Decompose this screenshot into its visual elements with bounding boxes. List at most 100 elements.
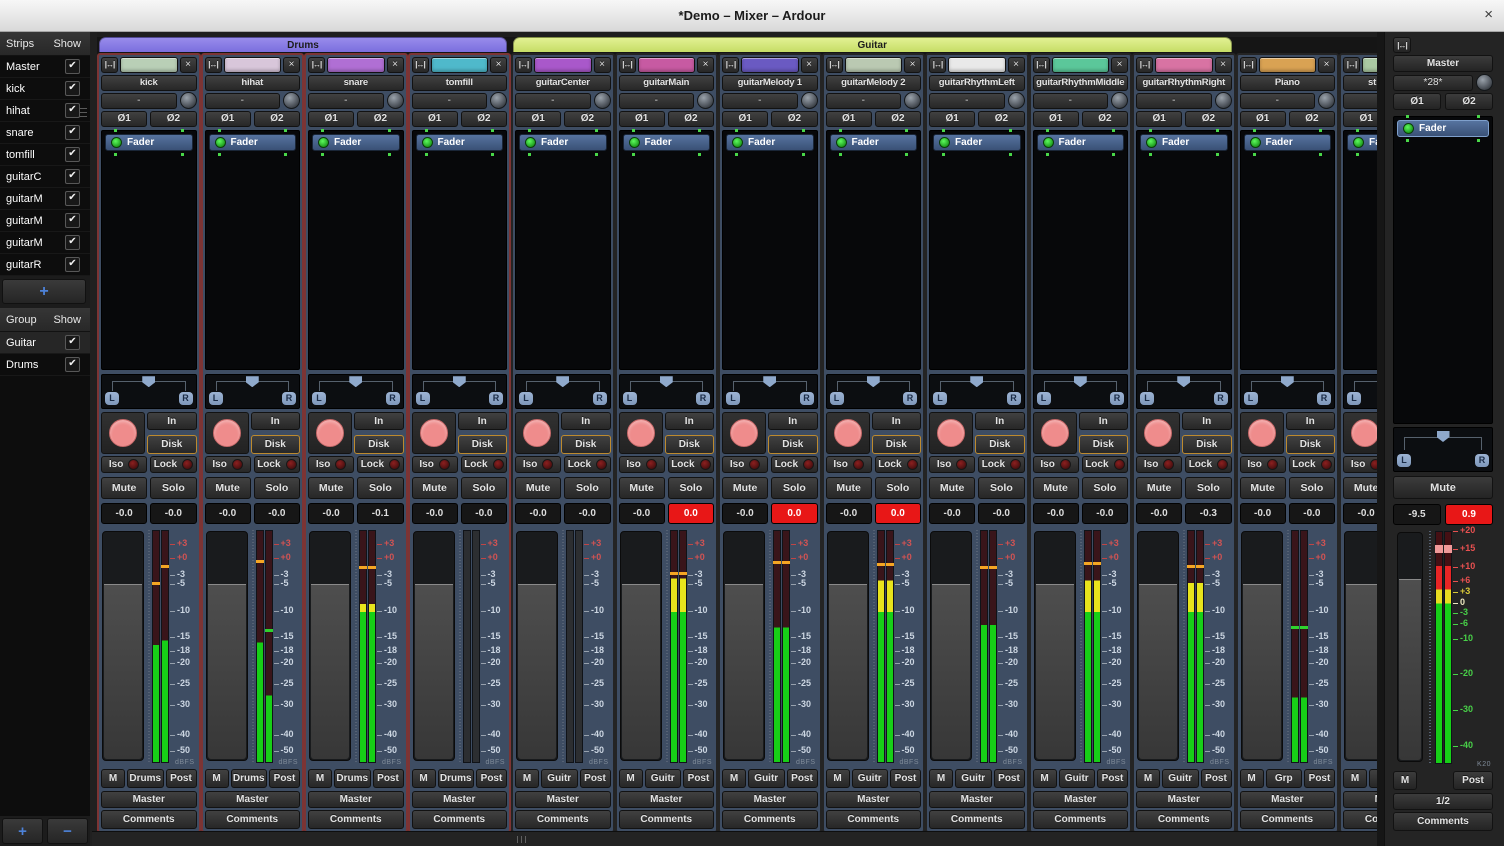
- output-button[interactable]: Master: [1033, 791, 1129, 808]
- post-button[interactable]: Post: [580, 769, 611, 788]
- routing-button[interactable]: -: [619, 93, 695, 109]
- add-strip-button[interactable]: +: [2, 279, 86, 304]
- strip-width-icon[interactable]: |↔|: [1033, 57, 1050, 73]
- strip-name-button[interactable]: guitarMain: [619, 75, 715, 91]
- group-list-item[interactable]: Drums✔: [0, 354, 90, 376]
- lock-button[interactable]: Lock: [357, 456, 403, 473]
- disk-button[interactable]: Disk: [872, 435, 922, 454]
- output-button[interactable]: Master: [1240, 791, 1336, 808]
- phase-2-button[interactable]: Ø2: [771, 111, 817, 127]
- master-gain-display[interactable]: -9.5: [1393, 504, 1441, 525]
- fader-slider[interactable]: [1137, 531, 1179, 761]
- strip-color-swatch[interactable]: [1362, 57, 1377, 73]
- lock-button[interactable]: Lock: [461, 456, 507, 473]
- disk-button[interactable]: Disk: [458, 435, 508, 454]
- phase-1-button[interactable]: Ø1: [1033, 111, 1079, 127]
- group-visible-checkbox[interactable]: ✔: [65, 357, 80, 372]
- gain-display[interactable]: -0.0: [205, 503, 251, 524]
- phase-2-button[interactable]: Ø2: [150, 111, 196, 127]
- comments-button[interactable]: Comments: [722, 810, 818, 829]
- processor-box[interactable]: Fader: [826, 130, 922, 370]
- solo-button[interactable]: Solo: [357, 477, 403, 499]
- post-button[interactable]: Post: [683, 769, 714, 788]
- strip-width-icon[interactable]: |↔|: [308, 57, 325, 73]
- record-enable-button[interactable]: [1240, 412, 1284, 454]
- routing-button[interactable]: -: [205, 93, 281, 109]
- record-enable-button[interactable]: [722, 412, 766, 454]
- strip-list-item[interactable]: guitarM✔: [0, 188, 90, 210]
- group-button[interactable]: Drums: [438, 769, 475, 788]
- fader-processor[interactable]: Fader: [519, 134, 607, 151]
- strip-width-icon[interactable]: |↔|: [101, 57, 118, 73]
- fader-processor[interactable]: Fader: [1140, 134, 1228, 151]
- strip-width-icon[interactable]: |↔|: [1240, 57, 1257, 73]
- peak-display[interactable]: -0.0: [461, 503, 507, 524]
- gain-display[interactable]: -0.0: [826, 503, 872, 524]
- fader-slider[interactable]: [620, 531, 662, 761]
- strip-name-button[interactable]: guitarRhythmMiddle: [1033, 75, 1129, 91]
- comments-button[interactable]: Comments: [1033, 810, 1129, 829]
- master-processor-box[interactable]: Fader: [1393, 116, 1493, 424]
- mute-button[interactable]: Mute: [1136, 477, 1182, 499]
- strip-close-icon[interactable]: ×: [1008, 57, 1025, 73]
- strip-list-item[interactable]: hihat✔: [0, 100, 90, 122]
- isolate-button[interactable]: Iso: [1240, 456, 1286, 473]
- output-button[interactable]: Master: [205, 791, 301, 808]
- fader-slider[interactable]: [1344, 531, 1377, 761]
- trim-knob[interactable]: [387, 92, 404, 109]
- routing-button[interactable]: -: [1343, 93, 1377, 109]
- fader-slider[interactable]: [309, 531, 351, 761]
- input-button[interactable]: In: [458, 412, 508, 430]
- strip-color-swatch[interactable]: [431, 57, 489, 73]
- lock-button[interactable]: Lock: [978, 456, 1024, 473]
- peak-display[interactable]: -0.0: [978, 503, 1024, 524]
- group-button[interactable]: Grp: [1266, 769, 1303, 788]
- group-button[interactable]: Drums: [334, 769, 371, 788]
- solo-button[interactable]: Solo: [1289, 477, 1335, 499]
- phase-1-button[interactable]: Ø1: [412, 111, 458, 127]
- master-post-button[interactable]: Post: [1453, 771, 1493, 790]
- isolate-button[interactable]: Iso: [205, 456, 251, 473]
- strip-color-swatch[interactable]: [948, 57, 1006, 73]
- disk-button[interactable]: Disk: [1182, 435, 1232, 454]
- monitor-button[interactable]: M: [929, 769, 953, 788]
- strip-width-icon[interactable]: |↔|: [412, 57, 429, 73]
- mute-button[interactable]: Mute: [515, 477, 561, 499]
- strip-close-icon[interactable]: ×: [904, 57, 921, 73]
- strip-visible-checkbox[interactable]: ✔: [65, 59, 80, 74]
- strip-name-button[interactable]: st: [1343, 75, 1377, 91]
- lock-button[interactable]: Lock: [150, 456, 196, 473]
- comments-button[interactable]: Comments: [205, 810, 301, 829]
- strip-close-icon[interactable]: ×: [1111, 57, 1128, 73]
- strip-color-swatch[interactable]: [845, 57, 903, 73]
- isolate-button[interactable]: Iso: [101, 456, 147, 473]
- phase-2-button[interactable]: Ø2: [1289, 111, 1335, 127]
- strip-close-icon[interactable]: ×: [387, 57, 404, 73]
- fader-processor[interactable]: Fader: [105, 134, 193, 151]
- peak-display[interactable]: 0.0: [668, 503, 714, 524]
- routing-button[interactable]: -: [722, 93, 798, 109]
- output-button[interactable]: Master: [1136, 791, 1232, 808]
- strip-visible-checkbox[interactable]: ✔: [65, 191, 80, 206]
- processor-box[interactable]: Fader: [412, 130, 508, 370]
- post-button[interactable]: Post: [476, 769, 507, 788]
- phase-1-button[interactable]: Ø1: [1136, 111, 1182, 127]
- strip-list-item[interactable]: guitarM✔: [0, 210, 90, 232]
- comments-button[interactable]: Comments: [412, 810, 508, 829]
- routing-button[interactable]: -: [308, 93, 384, 109]
- peak-display[interactable]: 0.0: [875, 503, 921, 524]
- phase-1-button[interactable]: Ø1: [826, 111, 872, 127]
- monitor-button[interactable]: M: [515, 769, 539, 788]
- strip-visible-checkbox[interactable]: ✔: [65, 103, 80, 118]
- phase-2-button[interactable]: Ø2: [1082, 111, 1128, 127]
- strip-list-item[interactable]: guitarM✔: [0, 232, 90, 254]
- record-enable-button[interactable]: [412, 412, 456, 454]
- fader-slider[interactable]: [930, 531, 972, 761]
- strip-name-button[interactable]: Piano: [1240, 75, 1336, 91]
- solo-button[interactable]: Solo: [1082, 477, 1128, 499]
- fader-processor[interactable]: Fader: [726, 134, 814, 151]
- routing-button[interactable]: -: [826, 93, 902, 109]
- fader-slider[interactable]: [1034, 531, 1076, 761]
- master-mute-button[interactable]: Mute: [1393, 476, 1493, 499]
- monitor-button[interactable]: M: [205, 769, 229, 788]
